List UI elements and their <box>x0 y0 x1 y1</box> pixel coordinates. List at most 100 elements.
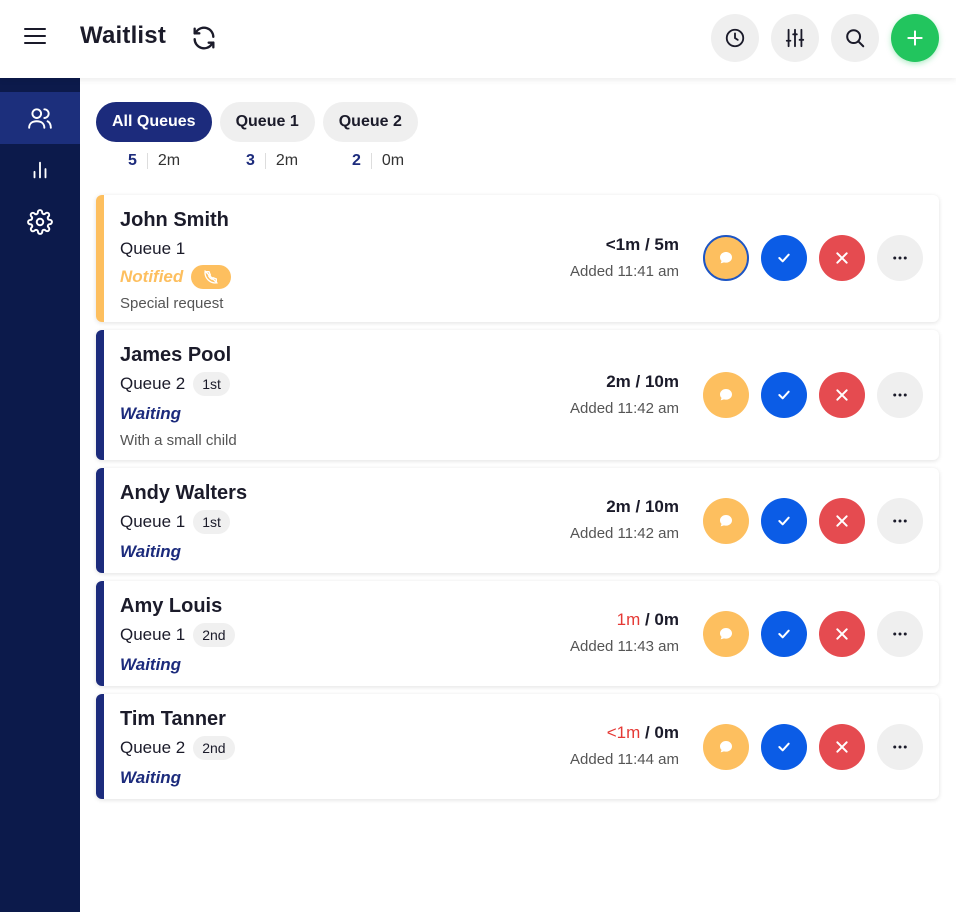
waitlist-entry[interactable]: James Pool Queue 2 1st Waiting With a sm… <box>96 330 939 460</box>
status-text: Notified <box>120 265 232 289</box>
wait-time: <1m / 0m <box>606 723 679 742</box>
status-text: Waiting <box>120 404 181 424</box>
refresh-icon[interactable] <box>190 24 218 52</box>
filter-sliders-icon <box>785 28 805 48</box>
chat-bubble-icon <box>720 741 732 753</box>
remove-button[interactable] <box>819 235 865 281</box>
more-options-button[interactable] <box>877 372 923 418</box>
remove-button[interactable] <box>819 724 865 770</box>
tab-queue-1[interactable]: Queue 1 <box>219 102 315 142</box>
status-bar <box>96 195 104 322</box>
status-label: Waiting <box>120 768 182 787</box>
remove-button[interactable] <box>819 498 865 544</box>
seat-button[interactable] <box>761 724 807 770</box>
queue-position-badge: 2nd <box>193 736 235 760</box>
more-options-button[interactable] <box>877 611 923 657</box>
page-title: Waitlist <box>80 22 167 49</box>
guest-name: John Smith <box>120 209 229 231</box>
wait-quote: 0m <box>654 610 679 629</box>
wait-quote: 5m <box>654 235 679 254</box>
more-horizontal-icon <box>893 393 907 397</box>
check-icon <box>778 742 790 752</box>
message-button[interactable] <box>703 611 749 657</box>
remove-button[interactable] <box>819 372 865 418</box>
queue-wait-time: 2m <box>157 152 181 169</box>
seat-button[interactable] <box>761 372 807 418</box>
wait-quote: 10m <box>644 497 679 516</box>
waitlist-entry[interactable]: Amy Louis Queue 1 2nd Waiting 1m / 0m Ad… <box>96 581 939 686</box>
queue-wait-time: 0m <box>381 152 405 169</box>
divider <box>370 153 372 169</box>
guest-queue: Queue 1 1st <box>120 510 230 534</box>
status-label: Waiting <box>120 404 182 423</box>
waitlist-entry[interactable]: Tim Tanner Queue 2 2nd Waiting <1m / 0m … <box>96 694 939 799</box>
guest-queue: Queue 2 1st <box>120 372 230 396</box>
wait-time: 2m / 10m <box>606 372 679 391</box>
status-label: Notified <box>120 267 184 286</box>
search-button[interactable] <box>831 14 879 62</box>
seat-button[interactable] <box>761 498 807 544</box>
phone-off-icon <box>204 270 218 284</box>
more-horizontal-icon <box>893 519 907 523</box>
no-phone-badge <box>191 265 232 289</box>
message-button[interactable] <box>703 235 749 281</box>
history-icon <box>725 28 745 48</box>
close-icon <box>836 252 848 264</box>
chat-bubble-icon <box>720 515 732 527</box>
more-options-button[interactable] <box>877 235 923 281</box>
queue-tabs: All Queues Queue 1 Queue 2 <box>96 102 418 142</box>
close-icon <box>836 515 848 527</box>
seat-button[interactable] <box>761 235 807 281</box>
guest-queue: Queue 1 <box>120 239 185 259</box>
top-bar: Waitlist <box>0 0 956 78</box>
waitlist-entry[interactable]: Andy Walters Queue 1 1st Waiting 2m / 10… <box>96 468 939 573</box>
queue-name: Queue 1 <box>120 239 186 258</box>
users-icon <box>28 108 52 129</box>
queue-name: Queue 2 <box>120 374 186 393</box>
add-entry-button[interactable] <box>891 14 939 62</box>
message-button[interactable] <box>703 372 749 418</box>
queue-wait-time: 2m <box>275 152 299 169</box>
tab-all-queues[interactable]: All Queues <box>96 102 212 142</box>
status-text: Waiting <box>120 542 181 562</box>
seat-button[interactable] <box>761 611 807 657</box>
added-time: Added 11:43 am <box>570 638 679 655</box>
queue-position-badge: 2nd <box>193 623 235 647</box>
wait-time: 2m / 10m <box>606 497 679 516</box>
menu-icon[interactable] <box>24 28 48 48</box>
wait-elapsed: 2m <box>606 372 631 391</box>
more-horizontal-icon <box>893 745 907 749</box>
added-time: Added 11:41 am <box>570 263 679 280</box>
tab-queue-2[interactable]: Queue 2 <box>322 102 418 142</box>
tab-stat-all-queues: 5 2m <box>128 152 180 170</box>
sidebar-item-settings[interactable] <box>0 196 80 248</box>
more-horizontal-icon <box>893 632 907 636</box>
waitlist-entry[interactable]: John Smith Queue 1 Notified Special requ… <box>96 195 939 322</box>
queue-name: Queue 1 <box>120 512 186 531</box>
guest-note: Special request <box>120 295 224 312</box>
message-button[interactable] <box>703 724 749 770</box>
wait-elapsed-overdue: 1m <box>616 610 641 629</box>
check-icon <box>778 516 790 526</box>
more-horizontal-icon <box>893 256 907 260</box>
history-button[interactable] <box>711 14 759 62</box>
sidebar-item-reports[interactable] <box>0 144 80 196</box>
remove-button[interactable] <box>819 611 865 657</box>
status-text: Waiting <box>120 768 181 788</box>
search-icon <box>846 29 865 48</box>
gear-icon <box>27 209 53 235</box>
tab-stat-queue-2: 2 0m <box>352 152 404 170</box>
more-options-button[interactable] <box>877 724 923 770</box>
more-options-button[interactable] <box>877 498 923 544</box>
added-time: Added 11:42 am <box>570 400 679 417</box>
wait-elapsed: 2m <box>606 497 631 516</box>
sidebar-item-waitlist[interactable] <box>0 92 80 144</box>
status-bar <box>96 581 104 686</box>
filter-button[interactable] <box>771 14 819 62</box>
close-icon <box>836 389 848 401</box>
message-button[interactable] <box>703 498 749 544</box>
guest-name: James Pool <box>120 344 232 366</box>
guest-name: Tim Tanner <box>120 708 226 730</box>
chat-bubble-icon <box>720 628 732 640</box>
sidebar <box>0 78 80 912</box>
